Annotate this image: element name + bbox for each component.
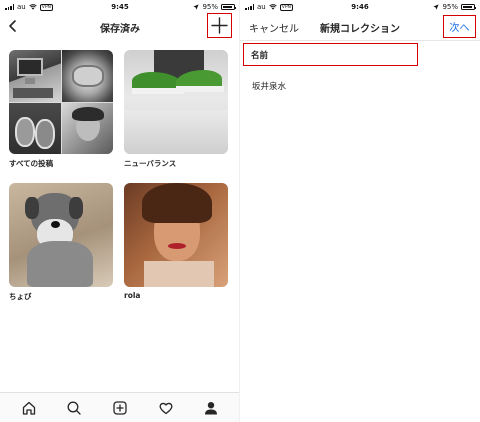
new-post-icon[interactable] [112,400,128,416]
collection-thumbnail [9,50,113,154]
page-title: 保存済み [100,24,140,35]
location-arrow-icon [433,4,440,10]
collection-label: すべての投稿 [9,159,54,168]
collection-name-input[interactable]: 坂井泉水 [252,80,286,92]
collection-rola[interactable]: rola [124,183,228,300]
new-collection-screen: au VPN 9:46 95% キャンセル 新規コレクション 次へ 名前 坂井泉… [240,0,480,422]
home-icon[interactable] [21,400,37,416]
plus-icon [211,17,228,34]
nav-divider [240,40,480,41]
next-button[interactable]: 次へ [443,15,476,38]
collection-label: ちょび [9,292,32,301]
collection-thumbnail [124,50,228,154]
location-arrow-icon [193,4,200,10]
search-icon[interactable] [66,400,82,416]
collection-thumbnail [124,183,228,287]
add-collection-button[interactable] [207,13,232,38]
battery-percent: 95% [202,3,218,11]
profile-icon[interactable] [203,400,219,416]
nav-bar: 保存済み [0,14,240,40]
battery-icon [221,4,236,10]
name-field-label: 名前 [243,43,418,66]
collection-new-balance[interactable]: ニューバランス [124,50,228,169]
collection-thumbnail [9,183,113,287]
battery-icon [461,4,476,10]
battery-percent: 95% [442,3,458,11]
heart-icon[interactable] [158,400,174,416]
status-bar: au VPN 9:45 95% [0,0,240,14]
collection-all-posts[interactable]: すべての投稿 [9,50,113,169]
status-bar: au VPN 9:46 95% [240,0,480,14]
tab-bar [0,392,240,422]
saved-screen: au VPN 9:45 95% 保存済み すべての投稿 ニューバランス ちょび … [0,0,240,422]
collection-label: rola [124,291,141,300]
collection-label: ニューバランス [124,159,177,168]
collection-chobi[interactable]: ちょび [9,183,113,302]
